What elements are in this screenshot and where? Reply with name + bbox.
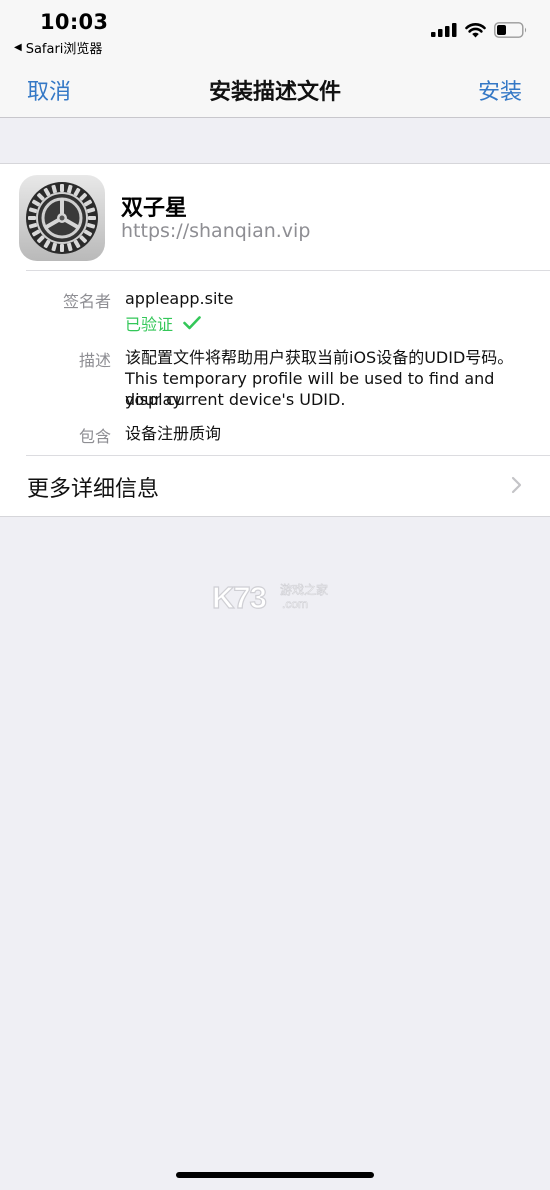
back-triangle-icon: ◀ bbox=[14, 42, 22, 53]
watermark-tagline: 游戏之家 bbox=[280, 582, 328, 597]
settings-gear-icon bbox=[19, 175, 105, 261]
status-time: 10:03 bbox=[40, 10, 109, 34]
profile-card: 双子星 https://shanqian.vip 签名者 appleapp.si… bbox=[0, 163, 550, 517]
more-details-label: 更多详细信息 bbox=[27, 477, 160, 502]
install-button[interactable]: 安装 bbox=[478, 74, 522, 106]
signer-label: 签名者 bbox=[62, 292, 111, 311]
status-icons bbox=[431, 22, 528, 38]
wifi-icon bbox=[465, 22, 486, 37]
contains-value: 设备注册质询 bbox=[125, 424, 222, 443]
status-bar: 10:03 ◀ Safari浏览器 bbox=[0, 0, 550, 60]
watermark-brand: K73 bbox=[212, 580, 267, 614]
home-indicator[interactable] bbox=[176, 1172, 374, 1178]
navigation-bar: 取消 安装描述文件 安装 bbox=[0, 60, 550, 118]
more-details-row[interactable]: 更多详细信息 bbox=[0, 456, 550, 515]
back-to-safari-button[interactable]: ◀ Safari浏览器 bbox=[14, 38, 102, 57]
profile-url: https://shanqian.vip bbox=[121, 220, 311, 242]
back-app-label: Safari浏览器 bbox=[25, 42, 103, 57]
chevron-right-icon bbox=[511, 476, 522, 494]
description-line-1: 该配置文件将帮助用户获取当前iOS设备的UDID号码。 bbox=[125, 348, 514, 367]
k73-watermark-logo: K73 游戏之家 .com bbox=[212, 579, 328, 614]
signer-value: appleapp.site bbox=[125, 289, 234, 308]
profile-name: 双子星 bbox=[121, 196, 188, 221]
verified-status: 已验证 bbox=[125, 311, 201, 335]
verified-label: 已验证 bbox=[125, 315, 174, 334]
description-label: 描述 bbox=[78, 351, 111, 370]
watermark-domain: .com bbox=[282, 597, 308, 611]
battery-icon bbox=[494, 22, 527, 38]
description-line-3: your current device's UDID. bbox=[125, 390, 346, 409]
page-title: 安装描述文件 bbox=[208, 80, 341, 105]
contains-label: 包含 bbox=[78, 427, 111, 446]
checkmark-icon bbox=[183, 316, 201, 330]
divider bbox=[26, 270, 550, 271]
cellular-signal-icon bbox=[431, 23, 457, 37]
